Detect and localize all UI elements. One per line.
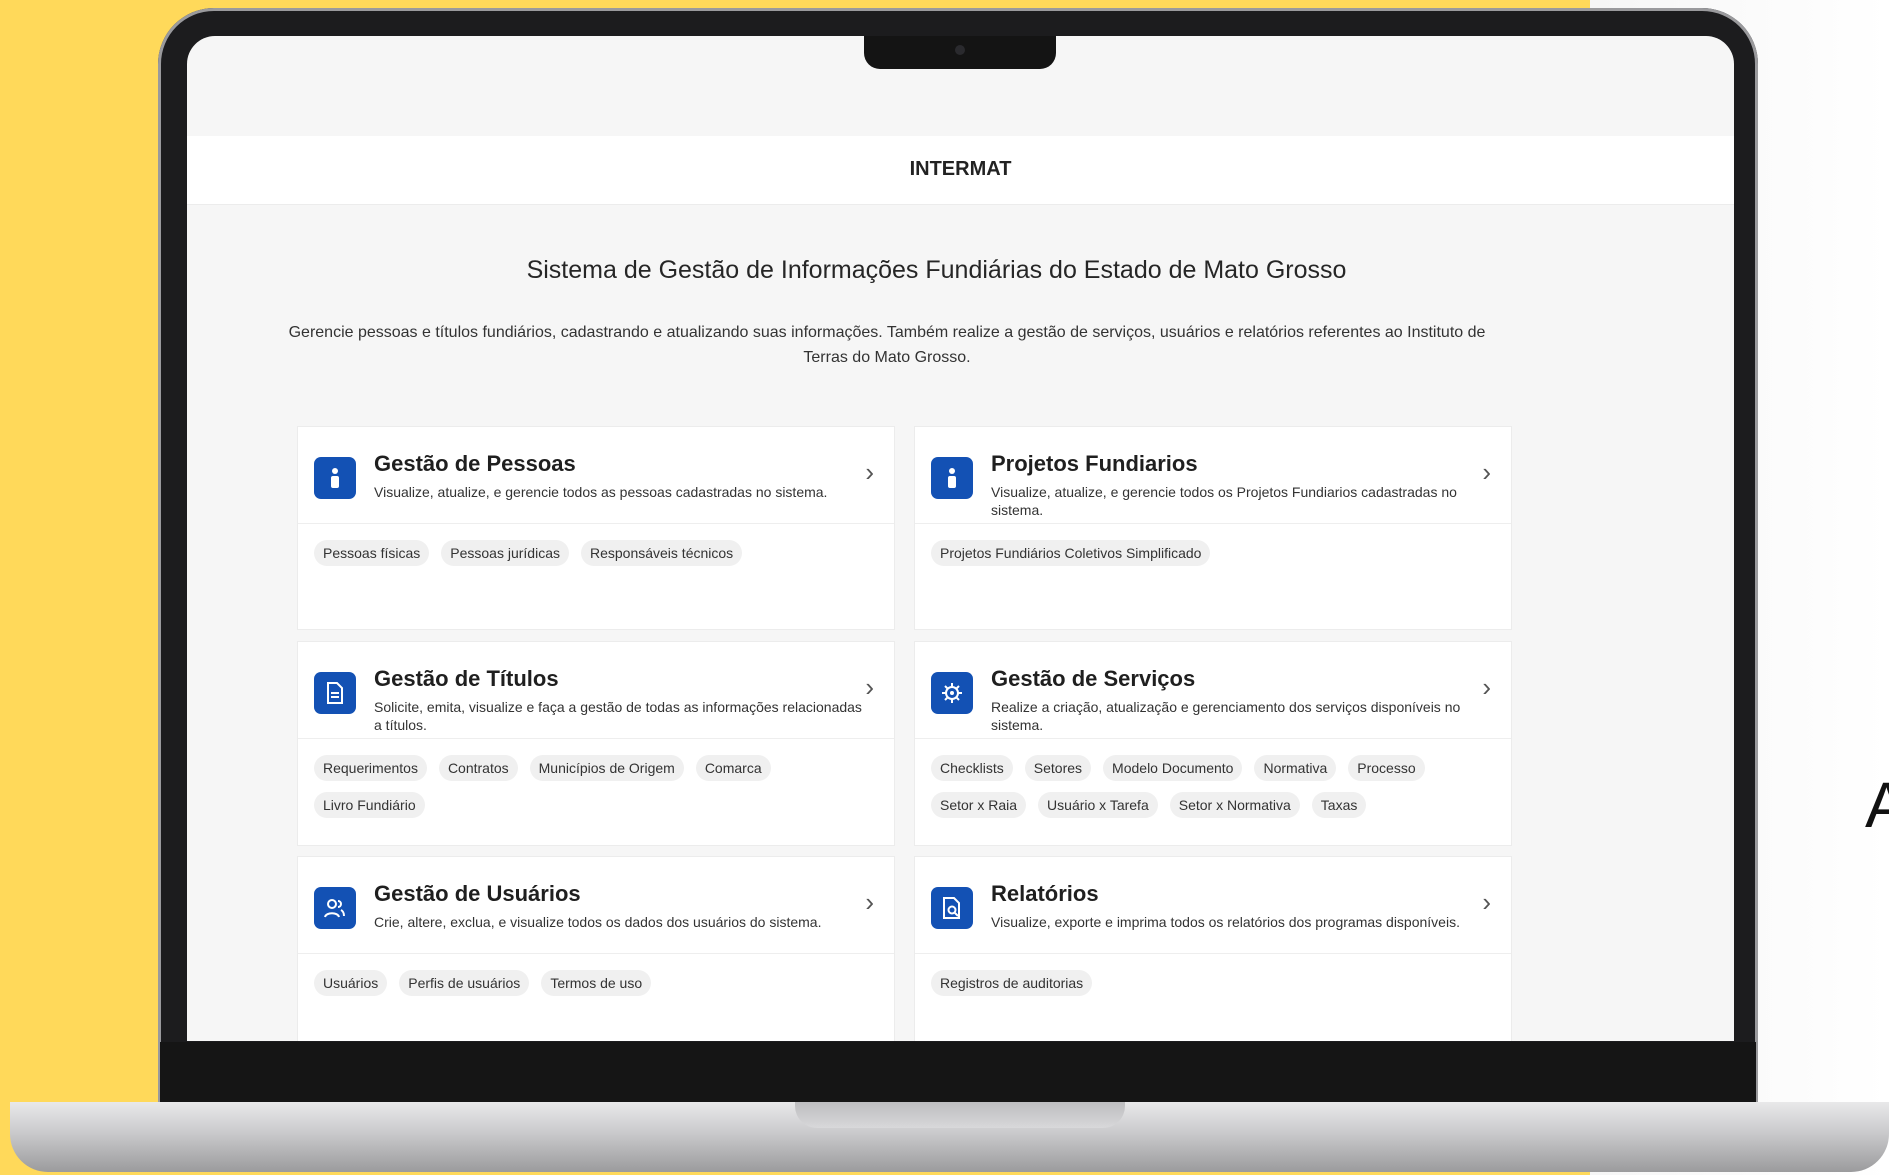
- card-description: Solicite, emita, visualize e faça a gest…: [374, 699, 862, 733]
- gear-icon: [931, 672, 973, 714]
- tag-normativa[interactable]: Normativa: [1254, 755, 1337, 781]
- card-header[interactable]: Projetos Fundiarios Visualize, atualize,…: [915, 427, 1511, 524]
- document-icon: [314, 672, 356, 714]
- tag-livro-fundiario[interactable]: Livro Fundiário: [314, 792, 425, 818]
- card-projetos-fundiarios[interactable]: Projetos Fundiarios Visualize, atualize,…: [914, 426, 1512, 630]
- tag-setores[interactable]: Setores: [1024, 755, 1092, 781]
- top-bar: INTERMAT: [187, 136, 1734, 205]
- card-title: Relatórios: [991, 881, 1099, 906]
- card-title: Projetos Fundiarios: [991, 451, 1198, 476]
- tag-contratos[interactable]: Contratos: [438, 755, 518, 781]
- chevron-right-icon[interactable]: ›: [1482, 457, 1491, 488]
- tag-list: Usuários Perfis de usuários Termos de us…: [298, 954, 894, 1006]
- tag-checklists[interactable]: Checklists: [931, 755, 1013, 781]
- card-header[interactable]: Gestão de Serviços Realize a criação, at…: [915, 642, 1511, 739]
- tag-list: Pessoas físicas Pessoas jurídicas Respon…: [298, 524, 894, 576]
- side-text: A: [1865, 769, 1889, 841]
- chevron-right-icon[interactable]: ›: [1482, 887, 1491, 918]
- tag-pessoas-fisicas[interactable]: Pessoas físicas: [314, 540, 430, 566]
- chevron-right-icon[interactable]: ›: [865, 457, 874, 488]
- laptop-bezel-bottom: [160, 1042, 1756, 1102]
- tag-setor-normativa[interactable]: Setor x Normativa: [1169, 792, 1300, 818]
- tag-usuarios[interactable]: Usuários: [314, 970, 388, 996]
- tag-processo[interactable]: Processo: [1348, 755, 1425, 781]
- tag-taxas[interactable]: Taxas: [1311, 792, 1367, 818]
- card-header[interactable]: Relatórios Visualize, exporte e imprima …: [915, 857, 1511, 954]
- laptop-base-groove: [795, 1102, 1125, 1128]
- tag-requerimentos[interactable]: Requerimentos: [314, 755, 427, 781]
- card-title: Gestão de Serviços: [991, 666, 1196, 691]
- tag-projetos-coletivos[interactable]: Projetos Fundiários Coletivos Simplifica…: [931, 540, 1211, 566]
- tag-list: Requerimentos Contratos Municípios de Or…: [298, 739, 894, 828]
- tag-pessoas-juridicas[interactable]: Pessoas jurídicas: [441, 540, 569, 566]
- tag-list: Registros de auditorias: [915, 954, 1511, 1006]
- tag-registros-auditorias[interactable]: Registros de auditorias: [931, 970, 1093, 996]
- card-title: Gestão de Títulos: [374, 666, 559, 691]
- card-relatorios[interactable]: Relatórios Visualize, exporte e imprima …: [914, 856, 1512, 1041]
- card-header[interactable]: Gestão de Títulos Solicite, emita, visua…: [298, 642, 894, 739]
- tag-municipios-origem[interactable]: Municípios de Origem: [529, 755, 684, 781]
- report-icon: [931, 887, 973, 929]
- card-description: Crie, altere, exclua, e visualize todos …: [374, 914, 822, 930]
- tag-list: Projetos Fundiários Coletivos Simplifica…: [915, 524, 1511, 576]
- laptop-screen: INTERMAT Sistema de Gestão de Informaçõe…: [187, 36, 1734, 1041]
- card-gestao-servicos[interactable]: Gestão de Serviços Realize a criação, at…: [914, 641, 1512, 846]
- card-header[interactable]: Gestão de Pessoas Visualize, atualize, e…: [298, 427, 894, 524]
- card-description: Visualize, atualize, e gerencie todos os…: [991, 484, 1457, 518]
- card-gestao-usuarios[interactable]: Gestão de Usuários Crie, altere, exclua,…: [297, 856, 895, 1041]
- person-icon: [931, 457, 973, 499]
- card-header[interactable]: Gestão de Usuários Crie, altere, exclua,…: [298, 857, 894, 954]
- tag-responsaveis-tecnicos[interactable]: Responsáveis técnicos: [580, 540, 743, 566]
- person-icon: [314, 457, 356, 499]
- chevron-right-icon[interactable]: ›: [865, 887, 874, 918]
- card-title: Gestão de Usuários: [374, 881, 581, 906]
- card-gestao-titulos[interactable]: Gestão de Títulos Solicite, emita, visua…: [297, 641, 895, 846]
- tag-modelo-documento[interactable]: Modelo Documento: [1103, 755, 1243, 781]
- tag-usuario-tarefa[interactable]: Usuário x Tarefa: [1038, 792, 1158, 818]
- page-title: Sistema de Gestão de Informações Fundiár…: [526, 256, 1347, 284]
- card-description: Realize a criação, atualização e gerenci…: [991, 699, 1461, 733]
- card-description: Visualize, exporte e imprima todos os re…: [991, 914, 1460, 930]
- tag-perfis-usuarios[interactable]: Perfis de usuários: [399, 970, 530, 996]
- chevron-right-icon[interactable]: ›: [865, 672, 874, 703]
- card-title: Gestão de Pessoas: [374, 451, 576, 476]
- chevron-right-icon[interactable]: ›: [1482, 672, 1491, 703]
- users-icon: [314, 887, 356, 929]
- tag-comarca[interactable]: Comarca: [695, 755, 771, 781]
- app-title: INTERMAT: [909, 158, 1012, 180]
- card-description: Visualize, atualize, e gerencie todos as…: [374, 484, 828, 500]
- card-gestao-pessoas[interactable]: Gestão de Pessoas Visualize, atualize, e…: [297, 426, 895, 630]
- tag-list: Checklists Setores Modelo Documento Norm…: [915, 739, 1511, 828]
- tag-termos-uso[interactable]: Termos de uso: [541, 970, 652, 996]
- tag-setor-raia[interactable]: Setor x Raia: [931, 792, 1027, 818]
- camera-icon: [955, 45, 965, 55]
- page-description: Gerencie pessoas e títulos fundiários, c…: [288, 324, 1486, 366]
